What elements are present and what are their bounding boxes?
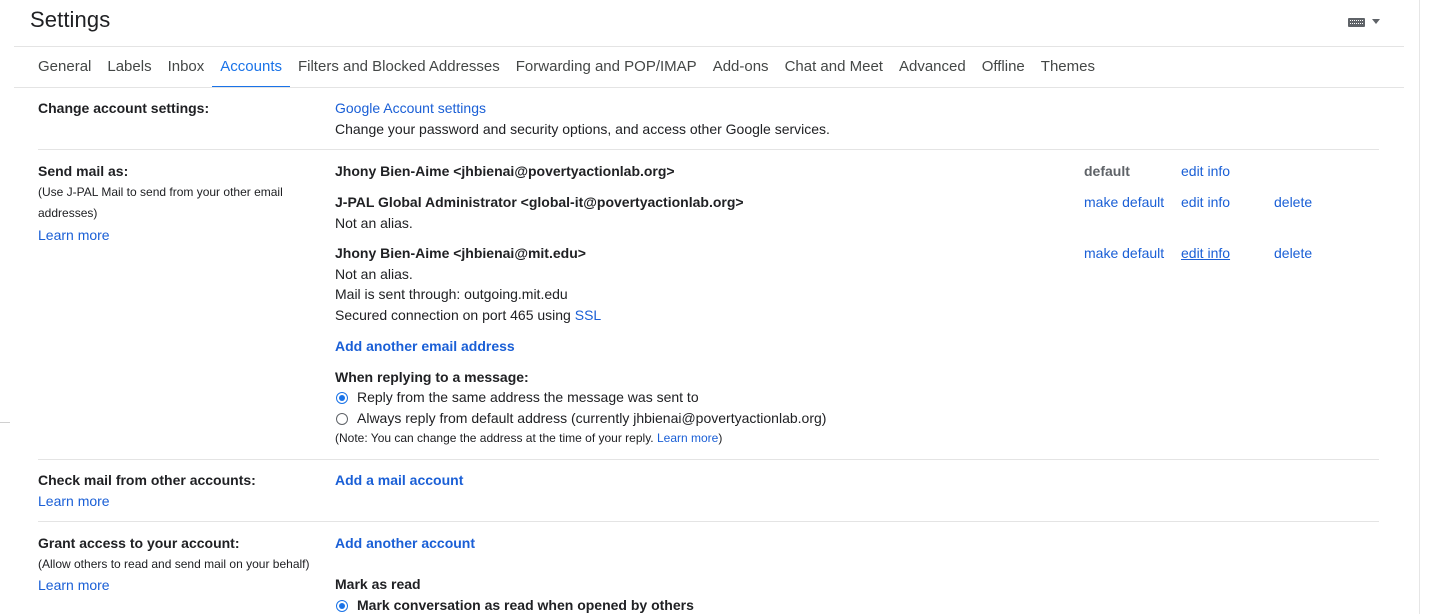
page-title: Settings: [30, 7, 111, 32]
delete-link[interactable]: delete: [1274, 245, 1312, 261]
section-divider: [38, 149, 1379, 150]
check-mail-learn-more-link[interactable]: Learn more: [38, 493, 110, 509]
change-account-label: Change account settings:: [38, 100, 210, 116]
grant-access-learn-more-link[interactable]: Learn more: [38, 577, 110, 593]
edit-info-link[interactable]: edit info: [1181, 245, 1230, 261]
send-mail-learn-more-link[interactable]: Learn more: [38, 227, 110, 243]
google-account-settings-link[interactable]: Google Account settings: [335, 100, 486, 116]
tab-offline[interactable]: Offline: [974, 48, 1033, 86]
address-alias-note: Not an alias.: [335, 266, 413, 282]
tab-forwarding[interactable]: Forwarding and POP/IMAP: [508, 48, 705, 86]
address-name: Jhony Bien-Aime <jhbienai@povertyactionl…: [335, 163, 675, 179]
section-divider: [38, 459, 1379, 460]
page-border: [1419, 0, 1420, 614]
check-mail-label: Check mail from other accounts:: [38, 472, 256, 488]
keyboard-icon[interactable]: [1346, 15, 1384, 29]
reply-note-close: ): [718, 431, 723, 445]
send-mail-note: (Use J-PAL Mail to send from your other …: [38, 185, 283, 199]
settings-tabs: General Labels Inbox Accounts Filters an…: [30, 48, 1103, 88]
make-default-link[interactable]: make default: [1084, 194, 1164, 210]
reply-same-address-label[interactable]: Reply from the same address the message …: [357, 389, 699, 405]
edit-info-link[interactable]: edit info: [1181, 194, 1230, 210]
reply-heading: When replying to a message:: [335, 369, 529, 385]
add-another-account-link[interactable]: Add another account: [335, 535, 475, 551]
grant-access-label: Grant access to your account:: [38, 535, 240, 551]
address-name: J-PAL Global Administrator <global-it@po…: [335, 194, 744, 210]
tab-chat-meet[interactable]: Chat and Meet: [777, 48, 891, 86]
delete-link[interactable]: delete: [1274, 194, 1312, 210]
reply-note: (Note: You can change the address at the…: [335, 431, 722, 445]
tab-inbox[interactable]: Inbox: [160, 48, 213, 86]
send-mail-as-label: Send mail as:: [38, 163, 129, 179]
tab-labels[interactable]: Labels: [99, 48, 159, 86]
tab-advanced[interactable]: Advanced: [891, 48, 974, 86]
change-account-description: Change your password and security option…: [335, 121, 830, 137]
reply-same-address-radio[interactable]: [336, 392, 348, 404]
reply-default-address-radio[interactable]: [336, 413, 348, 425]
mark-read-by-others-label[interactable]: Mark conversation as read when opened by…: [357, 597, 694, 613]
tab-filters[interactable]: Filters and Blocked Addresses: [290, 48, 508, 86]
chevron-down-icon: [1372, 19, 1380, 24]
settings-page: Settings General Labels Inbox Accounts F…: [0, 0, 1429, 614]
default-status: default: [1084, 163, 1130, 179]
mark-read-by-others-radio[interactable]: [336, 600, 348, 612]
keyboard-keys-icon: [1348, 18, 1365, 27]
tab-addons[interactable]: Add-ons: [705, 48, 777, 86]
tab-themes[interactable]: Themes: [1033, 48, 1103, 86]
side-marker: [0, 422, 10, 423]
make-default-link[interactable]: make default: [1084, 245, 1164, 261]
add-email-address-link[interactable]: Add another email address: [335, 338, 515, 354]
section-divider: [38, 521, 1379, 522]
reply-default-address-label[interactable]: Always reply from default address (curre…: [357, 410, 826, 426]
address-name: Jhony Bien-Aime <jhbienai@mit.edu>: [335, 245, 586, 261]
tabs-divider: [14, 87, 1404, 88]
ssl-link[interactable]: SSL: [575, 307, 601, 323]
send-mail-note-cont: addresses): [38, 206, 98, 220]
tab-general[interactable]: General: [30, 48, 99, 86]
address-alias-note: Not an alias.: [335, 215, 413, 231]
address-security-text: Secured connection on port 465 using: [335, 307, 575, 323]
header-divider: [14, 46, 1404, 47]
mark-as-read-heading: Mark as read: [335, 576, 421, 592]
grant-access-note: (Allow others to read and send mail on y…: [38, 557, 310, 571]
tab-accounts[interactable]: Accounts: [212, 48, 290, 88]
edit-info-link[interactable]: edit info: [1181, 163, 1230, 179]
add-mail-account-link[interactable]: Add a mail account: [335, 472, 463, 488]
reply-note-text: (Note: You can change the address at the…: [335, 431, 657, 445]
reply-learn-more-link[interactable]: Learn more: [657, 431, 718, 445]
address-smtp-server: Mail is sent through: outgoing.mit.edu: [335, 286, 568, 302]
address-security: Secured connection on port 465 using SSL: [335, 307, 601, 323]
